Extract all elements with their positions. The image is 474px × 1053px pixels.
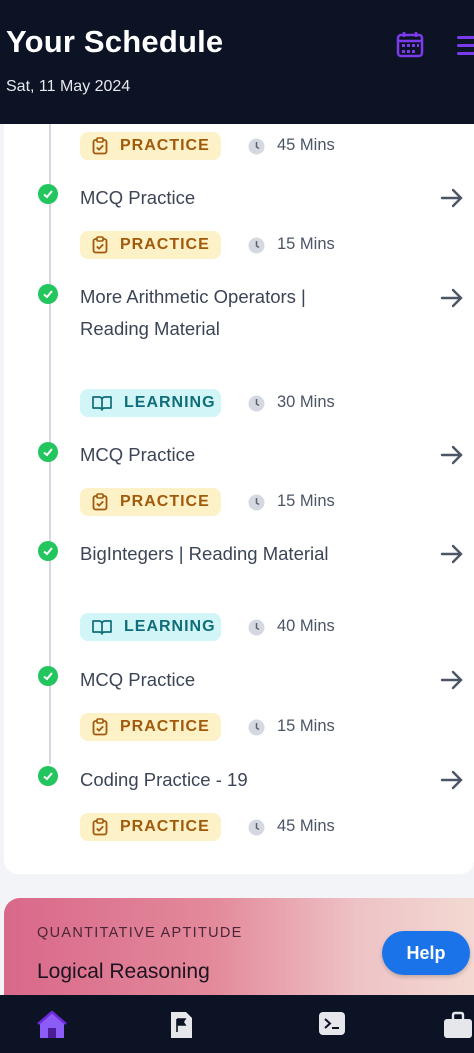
aptitude-category: QUANTITATIVE APTITUDE (37, 925, 243, 941)
book-icon (92, 396, 112, 411)
item-title: Coding Practice - 19 (80, 769, 248, 790)
arrow-right-icon[interactable] (438, 286, 466, 310)
item-title: MCQ Practice (80, 187, 196, 208)
schedule-date: Sat, 11 May 2024 (6, 78, 131, 95)
check-circle-icon (38, 541, 58, 561)
duration: 40 Mins (277, 617, 335, 635)
clock-icon (248, 237, 265, 254)
bottom-nav (0, 995, 474, 1053)
type-badge: PRACTICE (80, 813, 221, 841)
item-tags: PRACTICE 45 Mins (80, 132, 380, 162)
arrow-right-icon[interactable] (438, 668, 466, 692)
check-circle-icon (38, 442, 58, 462)
checklist-icon (92, 718, 108, 736)
badge-label: PRACTICE (120, 137, 210, 154)
duration: 15 Mins (277, 717, 335, 735)
item-title: MCQ Practice (80, 669, 196, 690)
duration: 30 Mins (277, 393, 335, 411)
badge-label: LEARNING (124, 618, 216, 635)
badge-label: LEARNING (124, 394, 216, 411)
item-tags: PRACTICE 45 Mins (80, 813, 380, 843)
briefcase-icon[interactable] (442, 1010, 472, 1042)
badge-label: PRACTICE (120, 493, 210, 510)
item-title: MCQ Practice (80, 444, 196, 465)
type-badge: PRACTICE (80, 132, 221, 160)
aptitude-title: Logical Reasoning (37, 960, 210, 983)
clock-icon (248, 719, 265, 736)
home-icon[interactable] (37, 1010, 67, 1042)
checklist-icon (92, 137, 108, 155)
duration: 45 Mins (277, 136, 335, 154)
duration: 15 Mins (277, 235, 335, 253)
item-tags: LEARNING 40 Mins (80, 613, 380, 643)
type-badge: PRACTICE (80, 488, 221, 516)
clock-icon (248, 819, 265, 836)
arrow-right-icon[interactable] (438, 542, 466, 566)
schedule-list: PRACTICE 45 Mins MCQ Practice PRACTICE 1… (4, 124, 474, 874)
book-icon (92, 620, 112, 635)
check-circle-icon (38, 666, 58, 686)
clock-icon (248, 395, 265, 412)
item-tags: PRACTICE 15 Mins (80, 231, 380, 261)
duration: 15 Mins (277, 492, 335, 510)
check-circle-icon (38, 284, 58, 304)
clock-icon (248, 138, 265, 155)
checklist-icon (92, 236, 108, 254)
item-tags: PRACTICE 15 Mins (80, 488, 380, 518)
item-tags: LEARNING 30 Mins (80, 389, 380, 419)
badge-label: PRACTICE (120, 818, 210, 835)
badge-label: PRACTICE (120, 718, 210, 735)
arrow-right-icon[interactable] (438, 768, 466, 792)
calendar-icon[interactable] (396, 31, 424, 59)
type-badge: LEARNING (80, 613, 221, 641)
arrow-right-icon[interactable] (438, 186, 466, 210)
arrow-right-icon[interactable] (438, 443, 466, 467)
flag-icon[interactable] (168, 1010, 198, 1042)
clock-icon (248, 619, 265, 636)
check-circle-icon (38, 184, 58, 204)
item-title: More Arithmetic Operators | Reading Mate… (80, 286, 306, 339)
type-badge: PRACTICE (80, 231, 221, 259)
type-badge: LEARNING (80, 389, 221, 417)
menu-icon[interactable] (455, 33, 474, 59)
clock-icon (248, 494, 265, 511)
badge-label: PRACTICE (120, 236, 210, 253)
check-circle-icon (38, 766, 58, 786)
terminal-icon[interactable] (318, 1010, 348, 1042)
checklist-icon (92, 818, 108, 836)
type-badge: PRACTICE (80, 713, 221, 741)
app-header: Your Schedule Sat, 11 May 2024 (0, 0, 474, 124)
duration: 45 Mins (277, 817, 335, 835)
checklist-icon (92, 493, 108, 511)
help-button[interactable]: Help (382, 931, 470, 975)
page-title: Your Schedule (6, 24, 224, 59)
item-title: BigIntegers | Reading Material (80, 543, 329, 564)
item-tags: PRACTICE 15 Mins (80, 713, 380, 743)
